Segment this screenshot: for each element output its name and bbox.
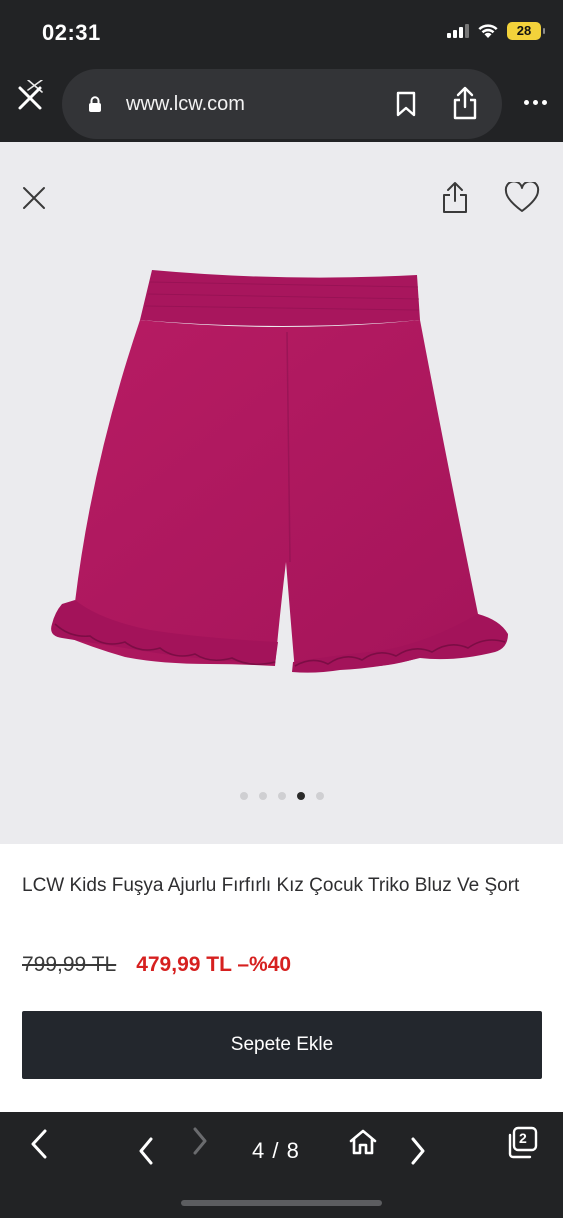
close-icon[interactable] — [22, 186, 46, 210]
next-icon-disabled — [193, 1127, 207, 1155]
wifi-icon — [478, 24, 498, 38]
gallery-dot[interactable] — [239, 792, 248, 800]
battery-indicator: 28 — [507, 22, 545, 40]
gallery-pagination — [0, 792, 563, 800]
gallery-dot[interactable] — [258, 792, 267, 800]
sale-price: 479,99 TL –%40 — [136, 953, 292, 976]
product-title: LCW Kids Fuşya Ajurlu Fırfırlı Kız Çocuk… — [22, 875, 520, 896]
product-gallery[interactable] — [0, 142, 563, 844]
product-page: LCW Kids Fuşya Ajurlu Fırfırlı Kız Çocuk… — [0, 142, 563, 1112]
heart-icon[interactable] — [504, 182, 540, 214]
share-icon[interactable] — [451, 86, 479, 120]
status-indicators: 28 — [447, 22, 545, 40]
status-time: 02:31 — [42, 20, 101, 45]
price-row: 799,99 TL 479,99 TL –%40 — [22, 953, 291, 977]
next-icon[interactable] — [408, 1136, 428, 1166]
home-indicator — [181, 1200, 382, 1206]
gallery-dot-active[interactable] — [296, 792, 305, 800]
page-indicator: 4 / 8 — [252, 1138, 300, 1163]
gallery-dot[interactable] — [277, 792, 286, 800]
close-tab-icon[interactable] — [14, 80, 48, 114]
more-icon[interactable] — [524, 100, 547, 105]
add-to-cart-button[interactable]: Sepete Ekle — [22, 1011, 542, 1079]
share-icon[interactable] — [440, 180, 470, 214]
bookmark-icon[interactable] — [395, 91, 417, 117]
old-price: 799,99 TL — [22, 953, 117, 976]
address-bar[interactable]: www.lcw.com — [62, 69, 502, 139]
tab-count: 2 — [519, 1130, 527, 1146]
tabs-icon[interactable]: 2 — [506, 1126, 540, 1160]
gallery-dot[interactable] — [315, 792, 324, 800]
product-image — [51, 270, 508, 673]
url-text: www.lcw.com — [126, 93, 245, 115]
back-icon[interactable] — [28, 1128, 50, 1160]
prev-icon[interactable] — [136, 1136, 156, 1166]
browser-bar: www.lcw.com — [0, 66, 563, 142]
lock-icon — [89, 96, 101, 112]
browser-toolbar: 4 / 8 2 — [0, 1112, 563, 1218]
home-icon[interactable] — [348, 1128, 378, 1156]
cellular-signal-icon — [447, 24, 469, 38]
status-bar: 02:31 28 — [0, 0, 563, 66]
